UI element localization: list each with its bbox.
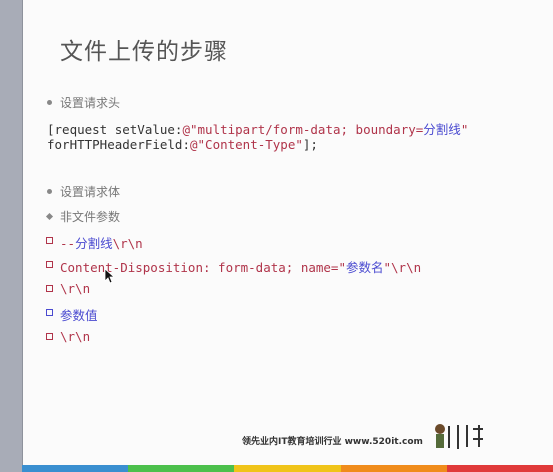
body-item-boundary: --分割线\r\n [60, 233, 143, 252]
footer-text: 领先业内IT教育培训行业 www.520it.com [242, 437, 423, 447]
bullet-icon [47, 189, 52, 194]
item-text: -- [60, 236, 76, 251]
code-placeholder: 分割线 [423, 122, 461, 137]
body-item-crlf: \r\n [60, 329, 91, 344]
left-bar [0, 0, 23, 472]
body-item-value: 参数值 [60, 308, 98, 323]
body-item-disposition: Content-Disposition: form-data; name="参数… [60, 257, 421, 276]
code-line-1: [request setValue:@"multipart/form-data;… [47, 119, 468, 138]
diamond-bullet-icon [45, 212, 54, 221]
sub-bullet-non-file-params: 非文件参数 [60, 210, 121, 224]
item-text: Content-Disposition: form-data; name=" [60, 260, 346, 275]
square-bullet-icon [46, 309, 53, 316]
item-placeholder: 分割线 [75, 236, 113, 251]
code-string: @"multipart/form-data; boundary= [182, 122, 424, 137]
code-line-2: forHTTPHeaderField:@"Content-Type"]; [47, 137, 318, 152]
item-placeholder: 参数名 [345, 260, 384, 275]
code-string: @"Content-Type" [190, 137, 303, 152]
code-text: [request setValue: [47, 122, 183, 137]
xiaomage-logo [435, 424, 483, 449]
color-stripe [22, 465, 553, 472]
mouse-cursor-icon [104, 268, 114, 284]
square-bullet-icon [46, 333, 53, 340]
code-text: ]; [302, 137, 318, 152]
bullet-set-header: 设置请求头 [60, 96, 121, 110]
item-text: "\r\n [383, 260, 422, 275]
square-bullet-icon [46, 261, 53, 268]
body-item-crlf: \r\n [60, 281, 91, 296]
square-bullet-icon [46, 285, 53, 292]
item-text: \r\n [112, 236, 143, 251]
slide-title: 文件上传的步骤 [60, 39, 228, 65]
bullet-set-body: 设置请求体 [60, 185, 121, 199]
bullet-icon [47, 100, 52, 105]
code-text: forHTTPHeaderField: [47, 137, 190, 152]
square-bullet-icon [46, 237, 53, 244]
code-string: " [460, 122, 469, 137]
